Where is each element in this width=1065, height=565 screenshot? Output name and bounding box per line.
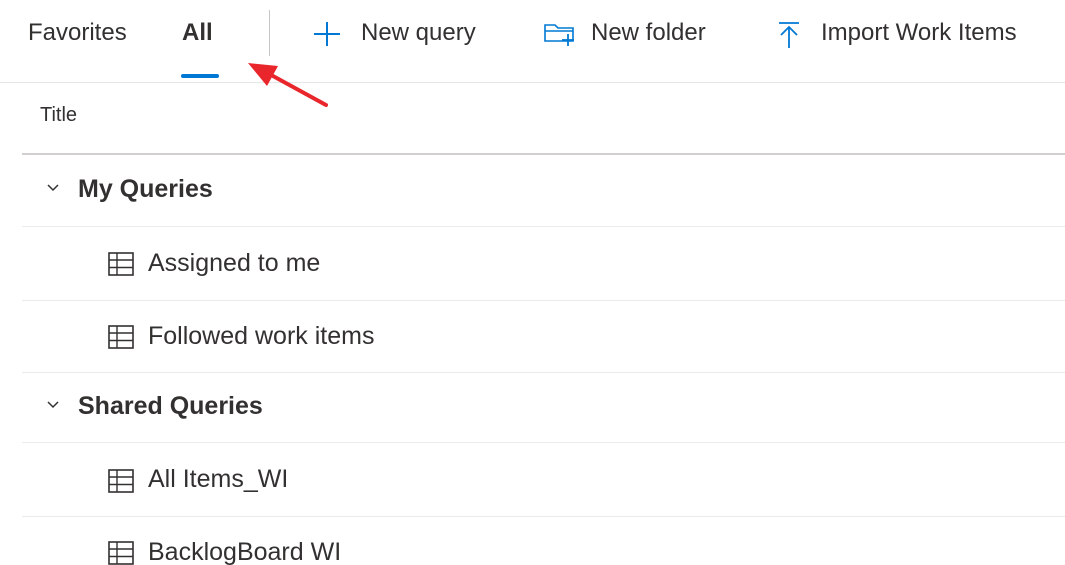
query-table-icon	[108, 325, 134, 349]
query-table-icon	[108, 469, 134, 493]
group-row-shared-queries[interactable]: Shared Queries	[22, 373, 1065, 443]
new-query-label: New query	[361, 19, 476, 46]
toolbar-divider	[269, 10, 270, 56]
tab-favorites[interactable]: Favorites	[28, 18, 127, 48]
query-row-followed-work-items[interactable]: Followed work items	[22, 301, 1065, 373]
query-label-assigned-to-me: Assigned to me	[148, 249, 321, 277]
queries-page: Favorites All New query New folder Impor…	[0, 0, 1065, 565]
toolbar: Favorites All New query New folder Impor…	[0, 0, 1065, 83]
plus-icon	[314, 22, 340, 46]
query-row-backlogboard-wi[interactable]: BacklogBoard WI	[22, 517, 1065, 565]
query-row-all-items-wi[interactable]: All Items_WI	[22, 443, 1065, 517]
query-table-icon	[108, 252, 134, 276]
query-table-icon	[108, 541, 134, 565]
chevron-down-icon[interactable]	[46, 400, 60, 410]
chevron-down-icon[interactable]	[46, 183, 60, 193]
query-row-assigned-to-me[interactable]: Assigned to me	[22, 227, 1065, 301]
annotation-arrow-icon	[248, 63, 328, 107]
query-label-backlogboard-wi: BacklogBoard WI	[148, 538, 342, 565]
import-work-items-label: Import Work Items	[821, 19, 1017, 46]
selected-tab-indicator	[181, 74, 219, 78]
new-query-button[interactable]: New query	[312, 18, 502, 48]
new-folder-label: New folder	[591, 19, 706, 46]
import-work-items-button[interactable]: Import Work Items	[775, 18, 1060, 48]
group-row-my-queries[interactable]: My Queries	[22, 155, 1065, 227]
group-label-shared-queries: Shared Queries	[78, 392, 263, 420]
column-header-title[interactable]: Title	[40, 102, 77, 128]
group-label-my-queries: My Queries	[78, 175, 213, 203]
tab-all[interactable]: All	[182, 18, 213, 48]
new-folder-button[interactable]: New folder	[543, 18, 733, 48]
query-label-followed-work-items: Followed work items	[148, 322, 375, 350]
new-folder-icon	[544, 24, 574, 46]
query-label-all-items-wi: All Items_WI	[148, 465, 289, 493]
upload-icon	[779, 22, 799, 48]
